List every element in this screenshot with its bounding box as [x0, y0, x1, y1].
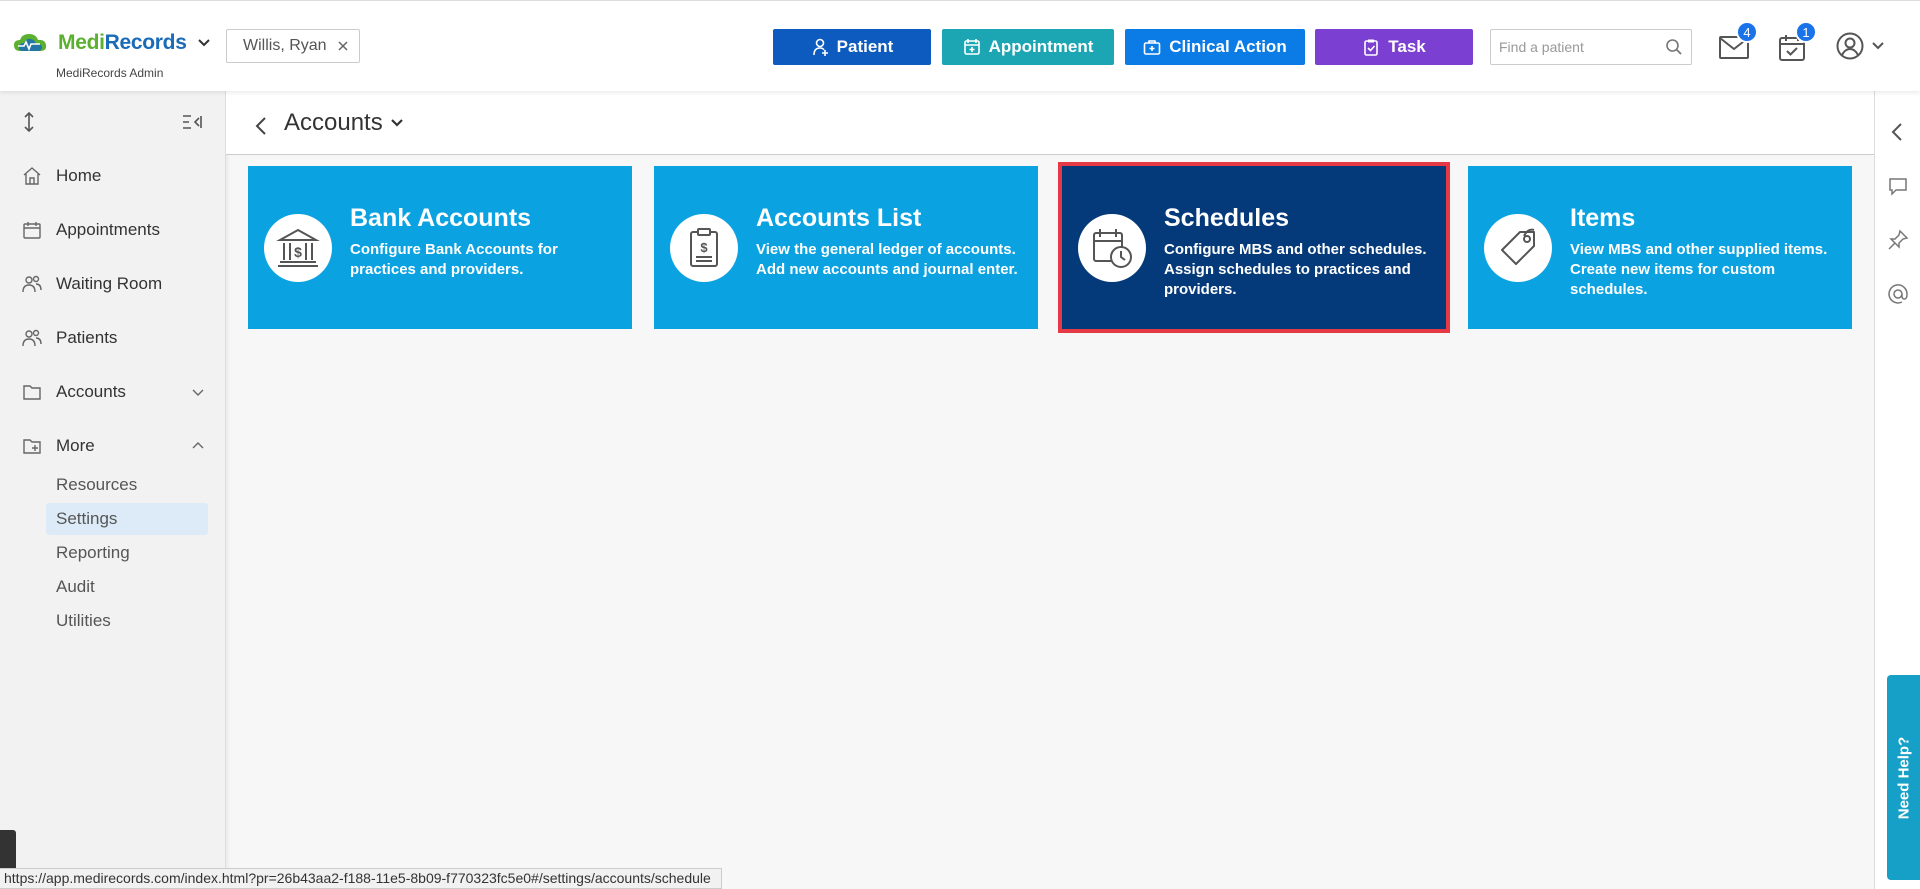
page-header: Accounts: [226, 91, 1874, 155]
chevron-down-icon: [390, 119, 403, 127]
sidebar-item-appointments[interactable]: Appointments: [22, 213, 212, 247]
main-content: Accounts $ Bank Accounts Configure Bank …: [226, 91, 1874, 889]
chevron-down-icon: [197, 39, 210, 47]
add-user-icon: [812, 38, 828, 56]
sidebar-item-home[interactable]: Home: [22, 159, 212, 193]
tag-icon: [1501, 228, 1535, 265]
chevron-up-icon: [192, 442, 204, 449]
schedules-tile[interactable]: Schedules Configure MBS and other schedu…: [1058, 162, 1450, 333]
sidebar-item-more[interactable]: More: [22, 429, 212, 463]
patient-search-input[interactable]: [1491, 30, 1651, 64]
tasks-button[interactable]: 1: [1777, 21, 1817, 63]
bank-accounts-tile[interactable]: $ Bank Accounts Configure Bank Accounts …: [248, 166, 632, 329]
chevron-down-icon: [1872, 42, 1884, 50]
tile-title: Schedules: [1164, 204, 1290, 232]
sidebar-subitem-resources[interactable]: Resources: [46, 469, 208, 501]
need-help-tab[interactable]: Need Help?: [1887, 675, 1920, 880]
collapse-sidebar-icon[interactable]: [181, 111, 203, 133]
sidebar-subitem-settings[interactable]: Settings: [46, 503, 208, 535]
tile-description: Configure MBS and other schedules. Assig…: [1164, 241, 1427, 298]
current-patient-name: Willis, Ryan: [243, 37, 327, 54]
clinical-action-button[interactable]: Clinical Action: [1125, 29, 1305, 65]
user-menu[interactable]: [1835, 31, 1885, 61]
logo-menu[interactable]: MediRecords: [12, 31, 211, 55]
svg-text:$: $: [700, 240, 708, 255]
tile-title: Items: [1570, 204, 1636, 232]
chevron-down-icon: [192, 389, 204, 396]
sidebar-subitem-reporting[interactable]: Reporting: [46, 537, 208, 569]
tile-icon-circle: [1078, 214, 1146, 282]
accounts-list-tile[interactable]: $ Accounts List View the general ledger …: [654, 166, 1038, 329]
messages-button[interactable]: 4: [1718, 21, 1758, 63]
folder-icon: [23, 385, 41, 400]
top-header: MediRecords MediRecords Admin Willis, Ry…: [0, 0, 1920, 91]
logo-text: MediRecords: [58, 31, 187, 54]
clipboard-dollar-icon: $: [690, 228, 718, 267]
calendar-icon: [23, 222, 41, 239]
clipboard-check-icon: [1364, 39, 1379, 56]
current-patient-chip[interactable]: Willis, Ryan: [226, 29, 360, 63]
chevron-left-icon[interactable]: [254, 115, 268, 137]
calendar-clock-icon: [1093, 229, 1132, 268]
bank-icon: $: [276, 228, 320, 267]
patient-search: [1490, 29, 1692, 65]
tile-icon-circle: $: [670, 214, 738, 282]
tile-description: View the general ledger of accounts. Add…: [756, 241, 1018, 278]
logo-cloud-icon: [14, 34, 47, 52]
tasks-badge: 1: [1795, 21, 1817, 43]
items-tile[interactable]: Items View MBS and other supplied items.…: [1468, 166, 1852, 329]
side-drawer-tab[interactable]: [0, 830, 16, 872]
medical-kit-icon: [1143, 40, 1161, 55]
user-circle-icon: [1836, 32, 1864, 60]
tile-description: View MBS and other supplied items. Creat…: [1570, 241, 1828, 298]
chat-icon[interactable]: [1887, 175, 1909, 197]
people-icon: [22, 275, 42, 293]
pin-icon[interactable]: [1887, 229, 1909, 251]
new-appointment-button[interactable]: Appointment: [942, 29, 1114, 65]
search-icon[interactable]: [1665, 38, 1683, 56]
sidebar-item-patients[interactable]: Patients: [22, 321, 212, 355]
svg-text:$: $: [294, 244, 302, 260]
tile-title: Accounts List: [756, 204, 922, 232]
close-icon[interactable]: [337, 40, 349, 52]
home-icon: [23, 167, 41, 185]
sidebar-subitem-utilities[interactable]: Utilities: [46, 605, 208, 637]
expand-vertical-icon[interactable]: [18, 111, 40, 133]
new-task-button[interactable]: Task: [1315, 29, 1473, 65]
messages-badge: 4: [1736, 21, 1758, 43]
tile-icon-circle: $: [264, 214, 332, 282]
chevron-left-icon[interactable]: [1887, 121, 1909, 143]
calendar-plus-icon: [963, 39, 980, 55]
logo-subtitle: MediRecords Admin: [56, 66, 164, 80]
status-url: https://app.medirecords.com/index.html?p…: [0, 868, 722, 889]
tile-description: Configure Bank Accounts for practices an…: [350, 241, 558, 278]
people-icon: [22, 329, 42, 347]
sidebar-item-waiting-room[interactable]: Waiting Room: [22, 267, 212, 301]
sidebar: Home Appointments Waiting Room Patients …: [0, 91, 226, 889]
tile-title: Bank Accounts: [350, 204, 532, 232]
at-icon[interactable]: [1887, 283, 1909, 305]
sidebar-item-accounts[interactable]: Accounts: [22, 375, 212, 409]
tile-icon-circle: [1484, 214, 1552, 282]
folder-plus-icon: [23, 439, 41, 454]
page-title-dropdown[interactable]: Accounts: [284, 109, 403, 137]
new-patient-button[interactable]: Patient: [773, 29, 931, 65]
sidebar-subitem-audit[interactable]: Audit: [46, 571, 208, 603]
